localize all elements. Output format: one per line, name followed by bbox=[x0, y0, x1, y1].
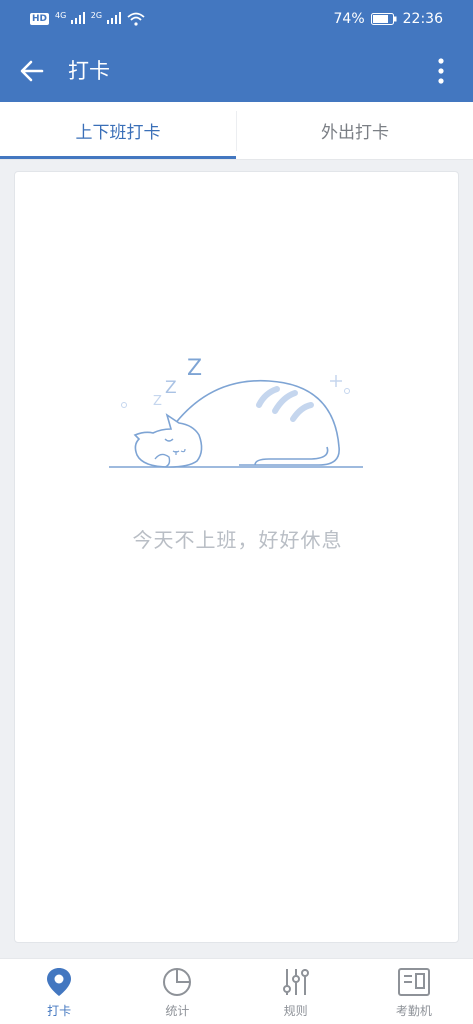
nav-item-punch[interactable]: 打卡 bbox=[0, 959, 118, 1024]
nav-label-punch: 打卡 bbox=[47, 1004, 72, 1018]
nav-label-stats: 统计 bbox=[165, 1004, 190, 1018]
clock: 22:36 bbox=[402, 11, 443, 27]
signal-group-1: 4G bbox=[55, 11, 85, 28]
signal-icon bbox=[70, 11, 85, 24]
zzz-large: Z bbox=[187, 356, 202, 381]
empty-state-message: 今天不上班，好好休息 bbox=[132, 528, 343, 552]
app-bar: 打卡 bbox=[0, 40, 473, 102]
more-vertical-icon bbox=[438, 58, 444, 84]
signal-icon bbox=[106, 11, 121, 24]
status-bar: HD 4G 2G 74% 22:36 bbox=[0, 0, 473, 40]
status-right: 74% 22:36 bbox=[334, 11, 443, 27]
pie-chart-icon bbox=[160, 965, 194, 999]
tab-commute-punch[interactable]: 上下班打卡 bbox=[0, 102, 236, 159]
tab-bar: 上下班打卡 外出打卡 bbox=[0, 102, 473, 160]
tab-outing-punch[interactable]: 外出打卡 bbox=[237, 102, 473, 159]
nav-label-attendance-machine: 考勤机 bbox=[395, 1004, 432, 1018]
nav-label-rules: 规则 bbox=[283, 1004, 308, 1018]
wifi-icon bbox=[126, 12, 145, 26]
signal-group-2: 2G bbox=[91, 11, 121, 28]
sliders-icon bbox=[279, 965, 313, 999]
network-type-1: 4G bbox=[55, 11, 67, 20]
nav-item-attendance-machine[interactable]: 考勤机 bbox=[355, 959, 473, 1024]
network-type-2: 2G bbox=[90, 11, 103, 20]
location-pin-icon bbox=[42, 965, 76, 999]
bottom-nav: 打卡 统计 规则 考勤机 bbox=[0, 958, 473, 1024]
attendance-machine-icon bbox=[397, 965, 431, 999]
nav-item-rules[interactable]: 规则 bbox=[237, 959, 355, 1024]
battery-percent: 74% bbox=[333, 11, 365, 27]
sleeping-cat-illustration: Z Z Z bbox=[109, 356, 363, 468]
nav-item-stats[interactable]: 统计 bbox=[118, 959, 236, 1024]
content-card: Z Z Z 今天不上班，好好休息 bbox=[14, 171, 459, 943]
more-options-button[interactable] bbox=[429, 58, 453, 84]
hd-badge: HD bbox=[30, 13, 50, 26]
zzz-medium: Z bbox=[165, 378, 177, 398]
page-title: 打卡 bbox=[68, 59, 110, 83]
status-left: HD 4G 2G bbox=[30, 11, 145, 28]
arrow-left-icon bbox=[20, 60, 44, 82]
zzz-small: Z bbox=[153, 394, 162, 409]
battery-icon bbox=[370, 13, 397, 25]
back-button[interactable] bbox=[18, 57, 46, 85]
